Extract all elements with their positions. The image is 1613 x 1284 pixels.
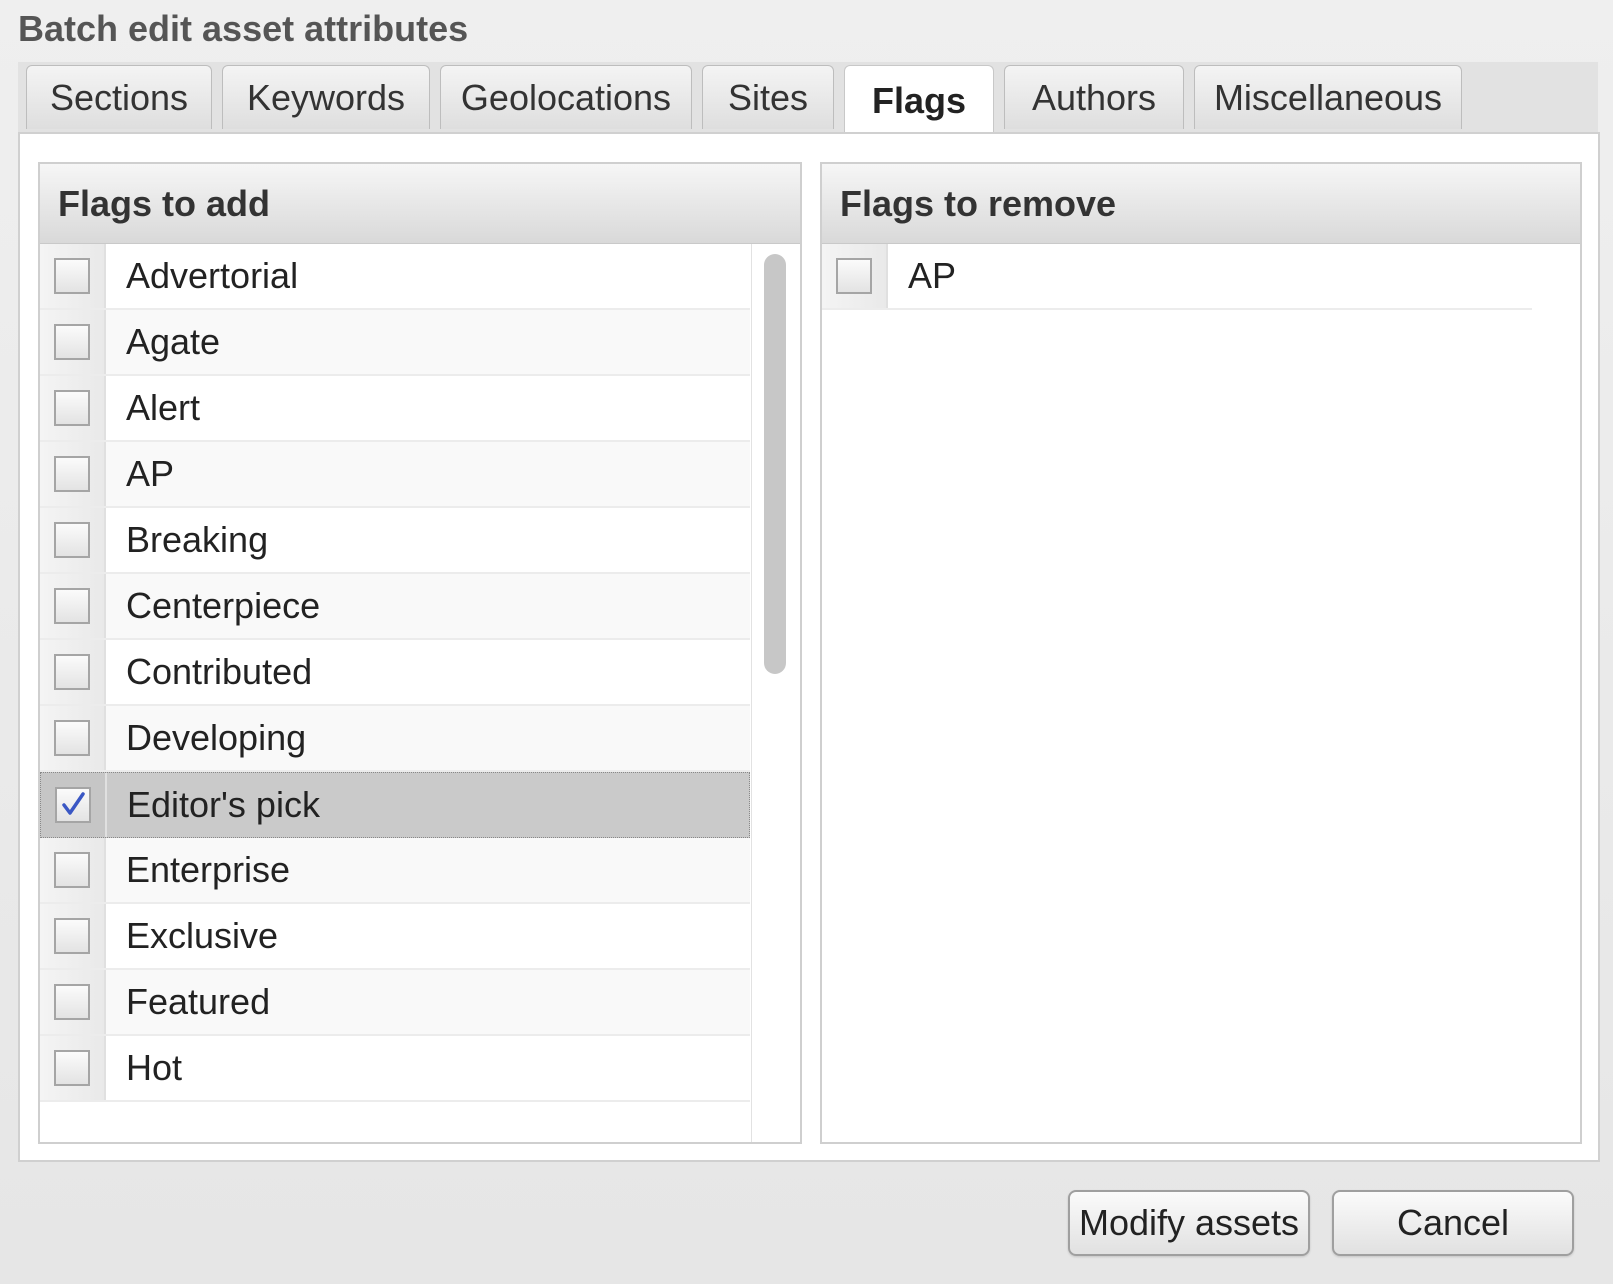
checkbox[interactable] [54,1050,90,1086]
flags-to-remove-header: Flags to remove [822,164,1580,244]
flag-to-add-list-item[interactable]: Featured [40,970,750,1036]
flags-to-add-list: Advertorial Agate Alert AP Breaking Centerpie… [40,244,750,1102]
batch-edit-dialog: Batch edit asset attributes Sections Key… [0,0,1613,1284]
flag-label: Hot [126,1047,183,1088]
checkbox[interactable] [54,522,90,558]
checkbox-cell [40,574,106,638]
checkbox-cell [40,376,106,440]
checkbox[interactable] [54,654,90,690]
checkbox[interactable] [54,456,90,492]
checkbox[interactable] [54,720,90,756]
flag-label: Breaking [126,519,269,560]
checkbox-cell [40,706,106,770]
checkbox[interactable] [54,324,90,360]
checkbox-cell [40,970,106,1034]
checkbox[interactable] [54,984,90,1020]
checkbox[interactable] [54,852,90,888]
flag-label: Contributed [126,651,313,692]
tab-content-flags: Flags to add Advertorial Agate Alert AP Brea… [18,132,1600,1162]
flag-label: Featured [126,981,271,1022]
flag-label: AP [908,255,957,296]
checkbox[interactable] [54,258,90,294]
scrollbar-thumb[interactable] [764,254,786,674]
flag-to-add-list-item[interactable]: Centerpiece [40,574,750,640]
flags-to-add-panel: Flags to add Advertorial Agate Alert AP Brea… [38,162,802,1144]
flag-to-add-list-item[interactable]: Agate [40,310,750,376]
flags-to-remove-panel: Flags to remove AP [820,162,1582,1144]
flag-label: Enterprise [126,849,291,890]
tab-flags[interactable]: Flags [844,65,994,135]
flag-to-add-list-item[interactable]: Alert [40,376,750,442]
flag-to-add-list-item[interactable]: Contributed [40,640,750,706]
checkbox-cell [40,244,106,308]
checkbox-cell [40,508,106,572]
flags-to-remove-list: AP [822,244,1532,310]
tab-sites[interactable]: Sites [702,65,834,129]
flag-label: Centerpiece [126,585,321,626]
checkbox-cell [822,244,888,308]
checkbox-cell [41,773,107,837]
checkbox[interactable] [54,390,90,426]
checkbox[interactable] [55,787,91,823]
checkbox-cell [40,310,106,374]
tab-bar: Sections Keywords Geolocations Sites Fla… [18,62,1598,135]
dialog-title: Batch edit asset attributes [18,8,469,49]
checkbox[interactable] [54,918,90,954]
checkbox-cell [40,442,106,506]
tab-keywords[interactable]: Keywords [222,65,430,129]
flag-label: Agate [126,321,221,362]
cancel-button[interactable]: Cancel [1332,1190,1574,1256]
flag-to-add-list-item[interactable]: Advertorial [40,244,750,310]
flag-to-add-list-item[interactable]: Hot [40,1036,750,1102]
modify-assets-button[interactable]: Modify assets [1068,1190,1310,1256]
flag-label: Exclusive [126,915,279,956]
flag-to-add-list-item[interactable]: AP [40,442,750,508]
checkbox-cell [40,838,106,902]
flag-label: Developing [126,717,307,758]
checkmark-icon [62,792,85,815]
flag-to-add-list-item[interactable]: Editor's pick [40,772,750,838]
checkbox-cell [40,904,106,968]
flags-to-add-header: Flags to add [40,164,800,244]
checkbox-cell [40,1036,106,1100]
flag-label: Editor's pick [127,784,320,825]
flag-to-remove-list-item[interactable]: AP [822,244,1532,310]
tab-geolocations[interactable]: Geolocations [440,65,692,129]
flag-to-add-list-item[interactable]: Enterprise [40,838,750,904]
flag-to-add-list-item[interactable]: Breaking [40,508,750,574]
checkbox-cell [40,640,106,704]
flag-to-add-list-item[interactable]: Exclusive [40,904,750,970]
checkbox[interactable] [836,258,872,294]
flag-label: AP [126,453,175,494]
flag-label: Advertorial [126,255,299,296]
flag-to-add-list-item[interactable]: Developing [40,706,750,772]
tab-authors[interactable]: Authors [1004,65,1184,129]
tab-miscellaneous[interactable]: Miscellaneous [1194,65,1462,129]
flag-label: Alert [126,387,201,428]
flags-to-add-scrollbar[interactable] [751,244,800,1142]
checkbox[interactable] [54,588,90,624]
tab-sections[interactable]: Sections [26,65,212,129]
